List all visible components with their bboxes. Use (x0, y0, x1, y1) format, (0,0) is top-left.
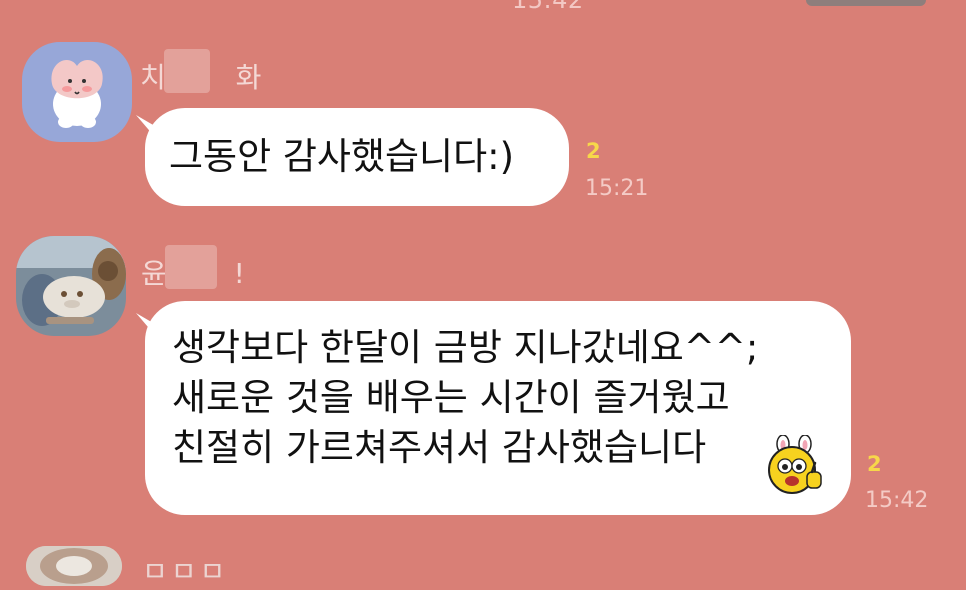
sender-name-2-first: 윤 (141, 257, 167, 290)
previous-message-image[interactable] (806, 0, 926, 6)
sender-name-2-last: ! (233, 257, 245, 290)
unread-count-1: 2 (586, 139, 601, 163)
cafe-avatar[interactable] (16, 236, 126, 336)
sender-name-1-blur (164, 49, 210, 93)
message-bubble-2[interactable]: 생각보다 한달이 금방 지나갔네요^^; 새로운 것을 배우는 시간이 즐거웠고… (145, 301, 851, 515)
sender-name-1-first: 치 (140, 61, 166, 94)
unread-count-2: 2 (867, 452, 882, 476)
peach-character-icon (22, 42, 132, 142)
message-text-1: 그동안 감사했습니다:) (169, 135, 515, 178)
sender-name-2-blur (165, 245, 217, 289)
previous-message-time: 15:42 (512, 0, 584, 14)
message-time-1: 15:21 (585, 176, 649, 201)
message-text-2-line-3: 친절히 가르쳐주셔서 감사했습니다 (172, 426, 707, 469)
next-sender-name: ㅁㅁㅁ (142, 555, 229, 588)
peach-avatar[interactable] (22, 42, 132, 142)
message-bubble-1[interactable]: 그동안 감사했습니다:) (145, 108, 569, 206)
message-text-2-line-2: 새로운 것을 배우는 시간이 즐거웠고 (172, 376, 730, 419)
cafe-photo-icon (16, 236, 126, 336)
bunny-thumbs-up-emoticon[interactable] (763, 435, 825, 497)
message-text-2-line-1: 생각보다 한달이 금방 지나갔네요^^; (172, 326, 759, 369)
sender-name-1-last: 화 (235, 61, 262, 94)
next-avatar[interactable] (26, 546, 122, 586)
message-time-2: 15:42 (865, 488, 929, 513)
photo-avatar-icon (26, 546, 122, 586)
